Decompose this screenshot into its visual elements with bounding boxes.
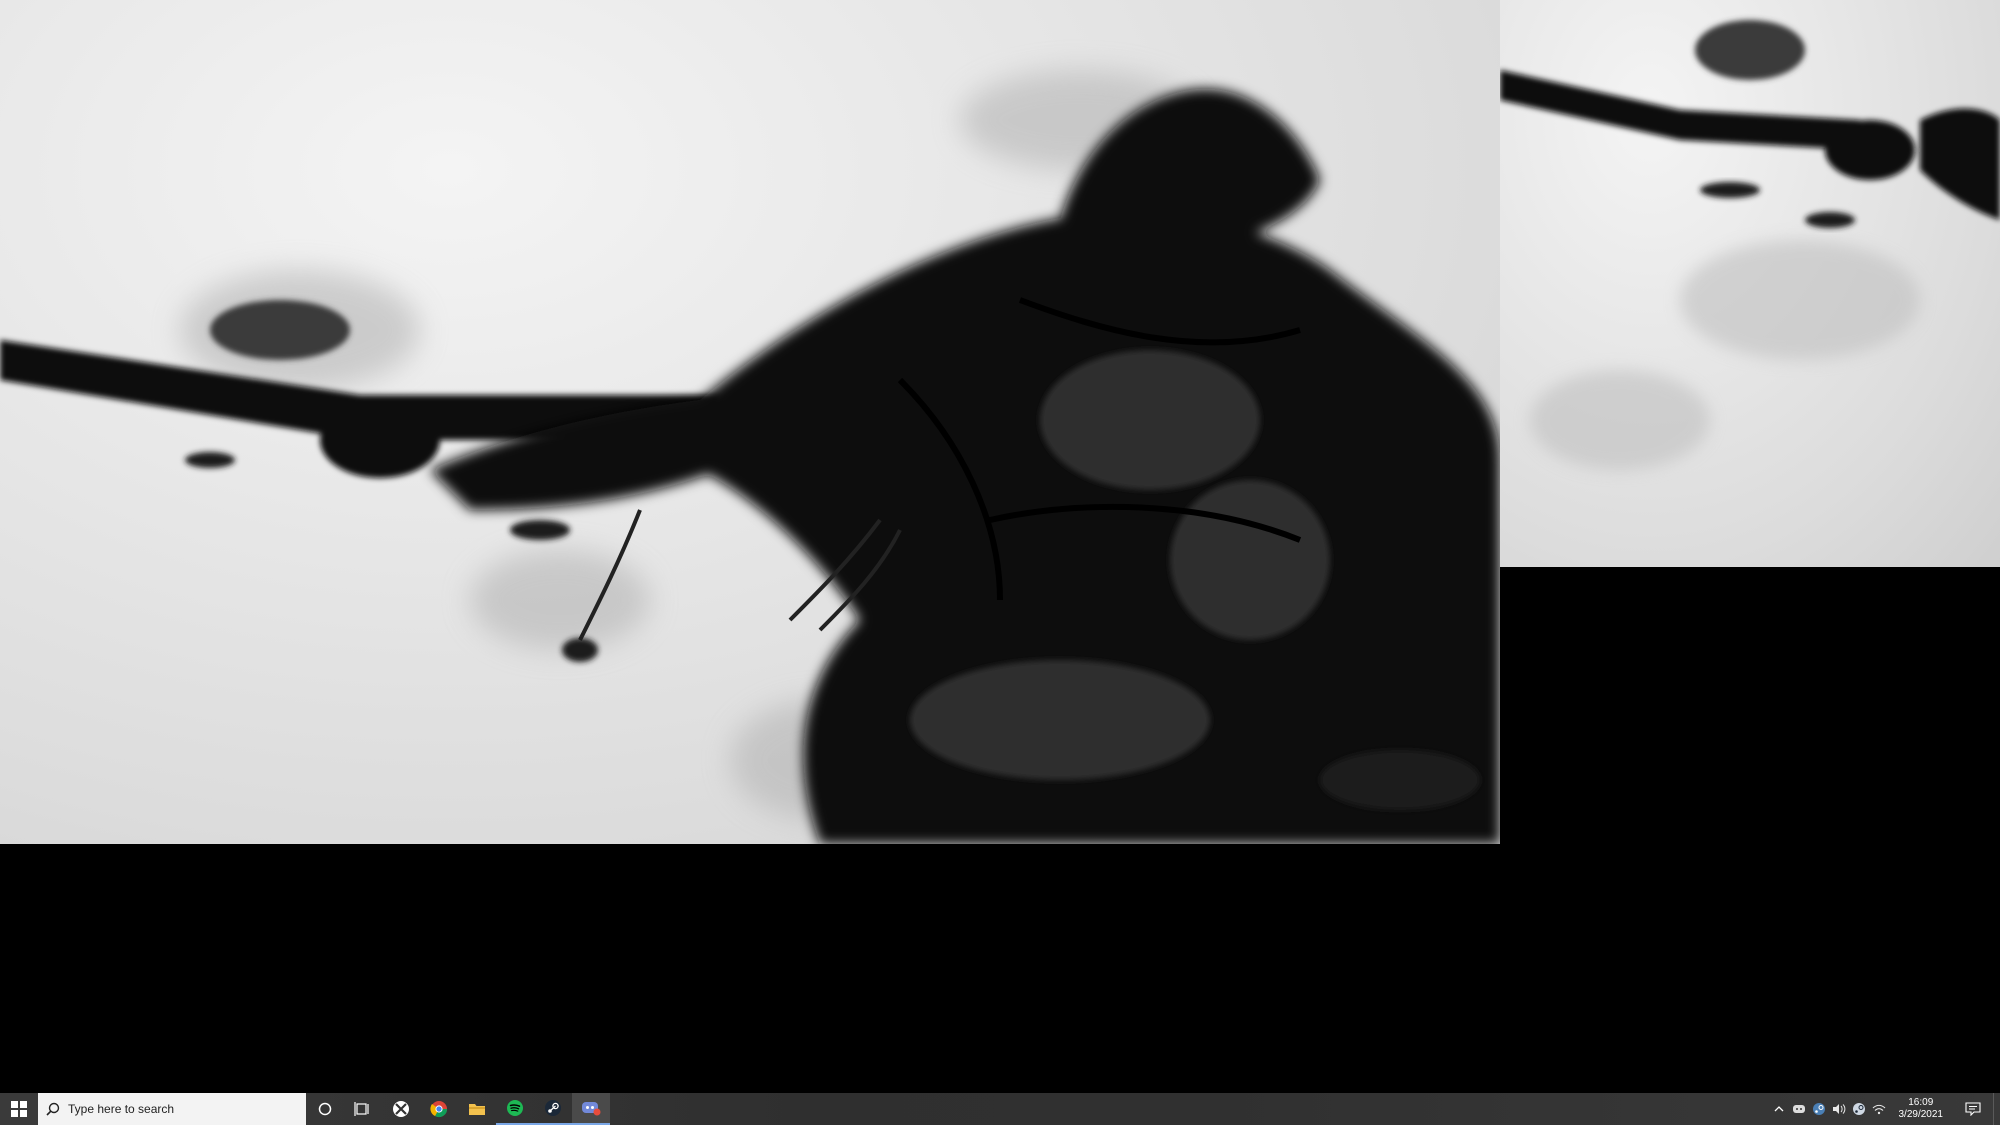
search-icon [46, 1102, 60, 1116]
tray-steam[interactable] [1810, 1093, 1828, 1125]
taskbar: Type here to search 16:09 3/29/2021 [0, 1093, 2000, 1125]
taskbar-search-box[interactable]: Type here to search [38, 1093, 306, 1125]
ink-warrior-artwork-secondary [1500, 20, 2000, 470]
discord-tray-icon [1792, 1105, 1805, 1113]
tray-network[interactable] [1870, 1093, 1888, 1125]
folder-icon [469, 1104, 485, 1115]
clock-time: 16:09 [1908, 1097, 1934, 1108]
taskbar-app-file-explorer[interactable] [458, 1093, 496, 1125]
system-tray: 16:09 3/29/2021 [1769, 1093, 2000, 1125]
clock-date: 3/29/2021 [1898, 1109, 1944, 1120]
speaker-icon [1832, 1104, 1845, 1114]
ink-warrior-artwork [0, 70, 1500, 844]
task-view-button[interactable] [344, 1093, 382, 1125]
taskbar-app-discord[interactable] [572, 1093, 610, 1125]
desktop-wallpaper-primary [0, 0, 1500, 844]
chrome-icon [430, 1101, 448, 1118]
action-center-button[interactable] [1953, 1093, 1993, 1125]
steam-tray-icon [1812, 1103, 1825, 1115]
search-placeholder: Type here to search [68, 1102, 175, 1116]
notification-icon [1965, 1102, 1981, 1116]
tray-steam-secondary[interactable] [1850, 1093, 1868, 1125]
spotify-icon [507, 1100, 523, 1116]
cortana-button[interactable] [306, 1093, 344, 1125]
taskbar-app-chrome[interactable] [420, 1093, 458, 1125]
wifi-icon [1872, 1104, 1885, 1115]
show-hidden-icons-button[interactable] [1770, 1093, 1788, 1125]
windows-logo-icon [11, 1101, 27, 1117]
discord-icon [582, 1102, 601, 1116]
start-button[interactable] [0, 1093, 38, 1125]
taskbar-app-steam[interactable] [534, 1093, 572, 1125]
steam-icon [545, 1100, 561, 1116]
xbox-icon [393, 1101, 409, 1117]
taskbar-app-xbox[interactable] [382, 1093, 420, 1125]
chevron-up-icon [1774, 1106, 1783, 1112]
taskbar-app-spotify[interactable] [496, 1093, 534, 1125]
circle-icon [318, 1102, 332, 1116]
tray-discord[interactable] [1790, 1093, 1808, 1125]
taskbar-clock[interactable]: 16:09 3/29/2021 [1889, 1097, 1954, 1121]
tray-volume[interactable] [1830, 1093, 1848, 1125]
task-view-icon [354, 1102, 369, 1116]
desktop[interactable] [0, 0, 2000, 1093]
desktop-wallpaper-secondary [1500, 0, 2000, 567]
steam-tray-icon [1852, 1103, 1865, 1115]
show-desktop-button[interactable] [1993, 1093, 2000, 1125]
